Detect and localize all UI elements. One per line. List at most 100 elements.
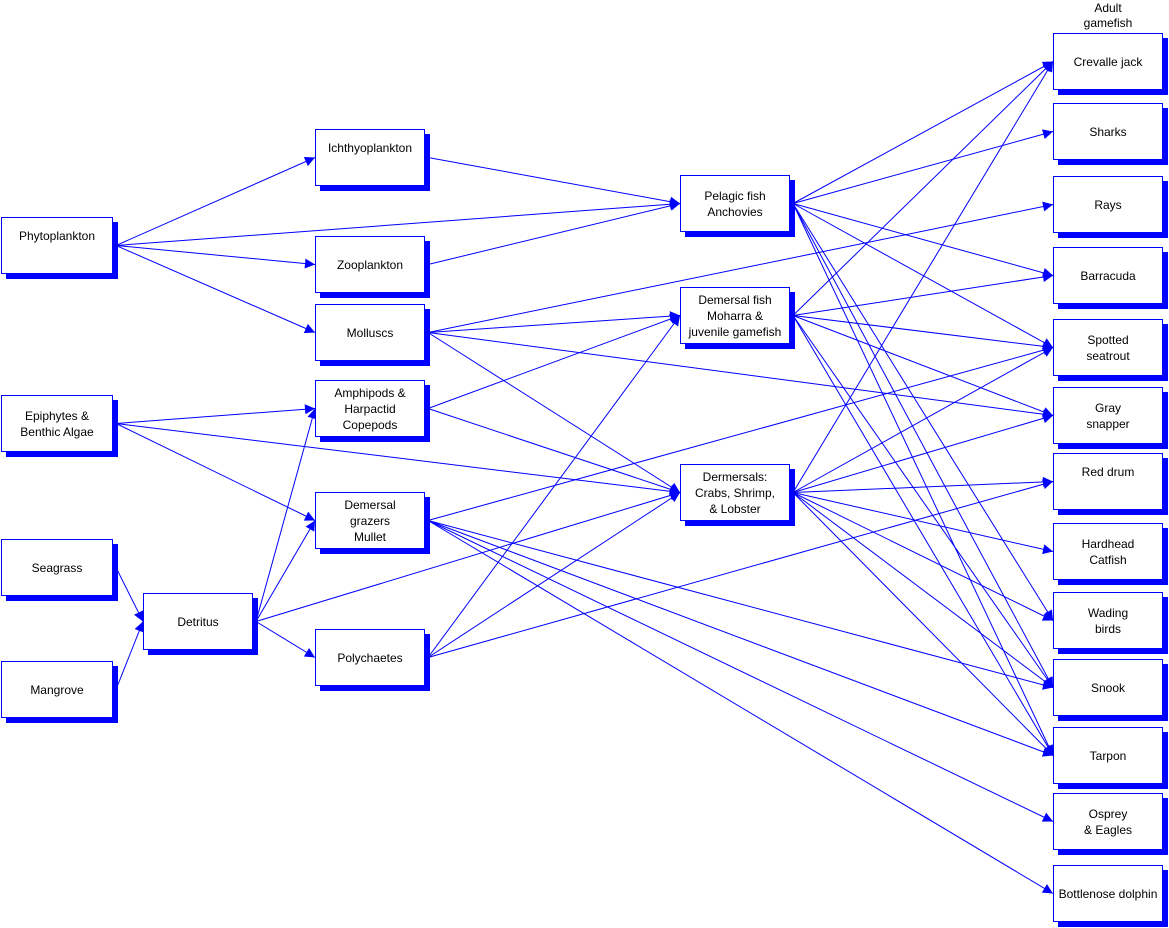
edge-demfish-to-snapper (792, 315, 1054, 417)
node-seagrass: Seagrass (1, 539, 113, 596)
node-label-line: Demersal (344, 497, 396, 512)
edge-crabs-to-tarpon (792, 492, 1054, 756)
edge-demfish-to-barracuda (792, 272, 1054, 316)
node-label-line: Ichthyoplankton (327, 141, 413, 155)
edge-polychaetes-to-demfish (427, 315, 681, 658)
node-label-line: snapper (1086, 416, 1130, 431)
node-label-line: Copepods (342, 417, 398, 432)
edge-epiphytes-to-amphipods (115, 404, 316, 424)
node-label-line: Wading (1087, 605, 1129, 620)
node-label-line: Phytoplankton (18, 229, 96, 243)
node-label-line: & Lobster (709, 501, 761, 516)
node-label-line: Epiphytes & (24, 408, 90, 423)
node-polychaetes: Polychaetes (315, 629, 425, 686)
edge-molluscs-to-crabs (427, 332, 681, 493)
edge-grazers-to-snook (427, 520, 1054, 690)
node-label-line: Detritus (177, 614, 219, 629)
node-epiphytes: Epiphytes & Benthic Algae (1, 395, 113, 452)
node-demfish: Demersal fish Moharra & juvenile gamefish (680, 287, 790, 344)
edge-pelagic-to-barracuda (792, 203, 1054, 278)
node-label-line: Crevalle jack (1073, 54, 1143, 69)
node-phytoplankton: Phytoplankton (1, 217, 113, 274)
header-line: gamefish (1083, 16, 1133, 30)
node-pelagic: Pelagic fish Anchovies (680, 175, 790, 232)
node-crabs: Dermersals: Crabs, Shrimp, & Lobster (680, 464, 790, 521)
edge-crabs-to-seatrout (792, 347, 1054, 493)
edge-grazers-to-osprey (427, 520, 1054, 822)
node-label-line: Osprey (1088, 806, 1128, 821)
header-line: Adult (1094, 1, 1122, 15)
edge-seagrass-to-detritus (115, 567, 144, 622)
node-label-line: Benthic Algae (20, 424, 94, 439)
node-detritus: Detritus (143, 593, 253, 650)
node-label-line: Demersal fish (698, 292, 772, 307)
edge-amphipods-to-crabs (427, 408, 681, 495)
edge-ichthyoplankton-to-pelagic (427, 157, 681, 207)
node-label-line: Amphipods & (334, 385, 406, 400)
node-rays: Rays (1053, 176, 1163, 233)
food-web-edges (115, 61, 1054, 894)
node-mangrove: Mangrove (1, 661, 113, 718)
edge-polychaetes-to-crabs (427, 492, 681, 658)
node-label-line: Harpactid (344, 401, 396, 416)
node-label-line: seatrout (1086, 348, 1130, 363)
node-sharks: Sharks (1053, 103, 1163, 160)
node-label-line: Red drum (1081, 465, 1135, 479)
edge-pelagic-to-wading (792, 203, 1054, 621)
node-label-line: Moharra & (706, 308, 764, 323)
edge-phytoplankton-to-molluscs (115, 245, 316, 334)
node-amphipods: Amphipods & Harpactid Copepods (315, 380, 425, 437)
node-label-line: Gray (1094, 400, 1121, 415)
node-barracuda: Barracuda (1053, 247, 1163, 304)
node-label-line: Anchovies (707, 204, 763, 219)
node-molluscs: Molluscs (315, 304, 425, 361)
edge-epiphytes-to-grazers (115, 423, 316, 521)
node-reddrum: Red drum (1053, 453, 1163, 510)
node-label-line: birds (1094, 621, 1121, 636)
node-label-line: juvenile gamefish (688, 324, 782, 339)
edge-pelagic-to-crevalle (792, 61, 1054, 204)
node-label-line: grazers (349, 513, 390, 528)
edge-detritus-to-polychaetes (255, 621, 316, 658)
node-dolphin: Bottlenose dolphin (1053, 865, 1163, 922)
node-tarpon: Tarpon (1053, 727, 1163, 784)
node-seatrout: Spotted seatrout (1053, 319, 1163, 376)
node-label-line: Mangrove (30, 682, 84, 697)
node-label-line: Catfish (1089, 552, 1127, 567)
adult-gamefish-label: Adult gamefish (1058, 1, 1158, 31)
node-snapper: Gray snapper (1053, 387, 1163, 444)
edge-demfish-to-seatrout (792, 315, 1054, 352)
node-catfish: Hardhead Catfish (1053, 523, 1163, 580)
node-label-line: Crabs, Shrimp, (694, 485, 776, 500)
edge-mangrove-to-detritus (115, 621, 144, 690)
edge-detritus-to-amphipods (255, 408, 318, 622)
edge-pelagic-to-sharks (792, 129, 1054, 204)
node-label-line: Pelagic fish (704, 188, 766, 203)
node-label-line: Barracuda (1080, 268, 1136, 283)
node-crevalle: Crevalle jack (1053, 33, 1163, 90)
node-label-line: Sharks (1089, 124, 1127, 139)
node-zooplankton: Zooplankton (315, 236, 425, 293)
node-label-line: Snook (1090, 680, 1126, 695)
edge-demfish-to-tarpon (792, 315, 1054, 756)
node-label-line: Spotted (1087, 332, 1129, 347)
node-label-line: Dermersals: (702, 469, 768, 484)
node-label-line: Mullet (353, 529, 386, 544)
node-snook: Snook (1053, 659, 1163, 716)
edge-grazers-to-dolphin (427, 520, 1054, 894)
edge-crabs-to-reddrum (792, 476, 1054, 493)
edge-phytoplankton-to-ichthyoplankton (115, 156, 316, 246)
node-label-line: Zooplankton (336, 257, 404, 272)
node-label-line: Polychaetes (337, 650, 403, 665)
node-label-line: Hardhead (1081, 536, 1135, 551)
node-label-line: Tarpon (1089, 748, 1127, 763)
node-osprey: Osprey & Eagles (1053, 793, 1163, 850)
edge-phytoplankton-to-zooplankton (115, 245, 316, 269)
node-grazers: Demersal grazers Mullet (315, 492, 425, 549)
node-label-line: Rays (1094, 197, 1122, 212)
node-ichthyoplankton: Ichthyoplankton (315, 129, 425, 186)
node-label-line: Bottlenose dolphin (1058, 886, 1158, 901)
node-label-line: & Eagles (1083, 822, 1133, 837)
node-wading: Wading birds (1053, 592, 1163, 649)
node-label-line: Seagrass (31, 560, 83, 575)
